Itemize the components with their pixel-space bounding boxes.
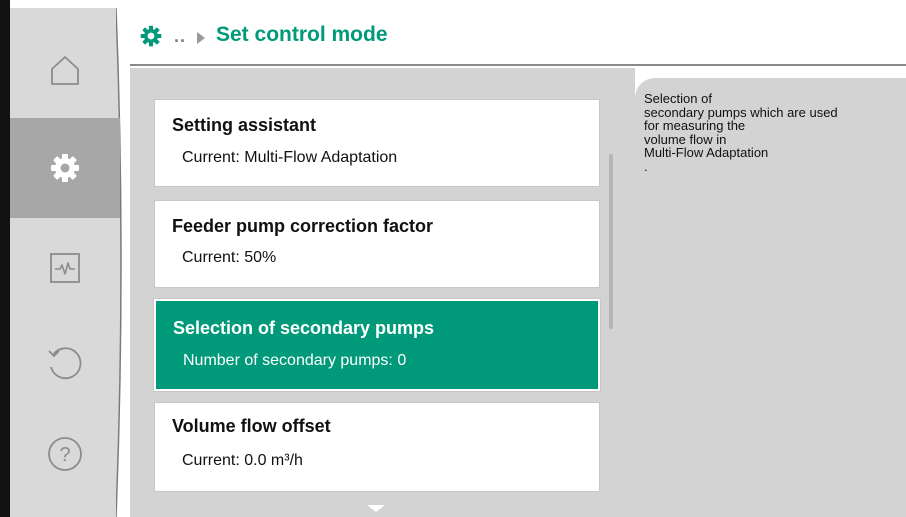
sidebar-item-help[interactable]: ?: [10, 404, 120, 504]
sidebar-item-settings[interactable]: [10, 118, 120, 218]
sidebar-item-diagnostics[interactable]: [10, 218, 120, 318]
breadcrumb-arrow-icon: [197, 32, 205, 44]
left-frame-edge: [0, 0, 10, 517]
home-icon: [51, 56, 79, 85]
page-title: Set control mode: [216, 23, 388, 46]
list-item-feeder-pump-correction[interactable]: Feeder pump correction factor Current: 5…: [154, 200, 600, 288]
help-text-line: .: [644, 158, 648, 174]
list-item-setting-assistant[interactable]: Setting assistant Current: Multi-Flow Ad…: [154, 99, 600, 187]
sidebar-item-home[interactable]: [10, 20, 120, 120]
list-item-title: Volume flow offset: [172, 416, 331, 436]
list-item-subtitle: Current: 50%: [182, 249, 277, 266]
help-text-line: secondary pumps which are used: [644, 104, 838, 120]
list-item-subtitle: Current: Multi-Flow Adaptation: [182, 149, 398, 166]
top-frame: [0, 0, 906, 8]
help-panel: Selection of secondary pumps which are u…: [635, 78, 906, 517]
back-icon: [48, 347, 82, 380]
gear-icon: [140, 25, 162, 47]
list-item-volume-flow-offset[interactable]: Volume flow offset Current: 0.0 m³/h: [154, 402, 600, 492]
menu-list: Setting assistant Current: Multi-Flow Ad…: [130, 68, 635, 517]
scrollbar[interactable]: [609, 154, 613, 329]
diagnostics-icon: [50, 253, 80, 283]
svg-text:?: ?: [59, 444, 70, 466]
help-text-line: for measuring the: [644, 118, 746, 133]
help-text-line: volume flow in: [644, 131, 727, 147]
help-text-line: Selection of: [644, 91, 712, 106]
list-item-subtitle: Current: 0.0 m³/h: [182, 452, 303, 469]
list-item-title: Selection of secondary pumps: [173, 318, 435, 338]
header-bar: .. Set control mode: [130, 8, 906, 66]
sidebar-item-back[interactable]: [10, 313, 120, 413]
help-icon: ?: [48, 437, 82, 471]
list-item-subtitle: Number of secondary pumps: 0: [183, 352, 407, 369]
list-item-title: Setting assistant: [172, 115, 317, 135]
list-item-title: Feeder pump correction factor: [172, 216, 434, 236]
breadcrumb-ellipsis[interactable]: ..: [174, 26, 186, 47]
list-item-secondary-pumps[interactable]: Selection of secondary pumps Number of s…: [154, 299, 600, 391]
gear-icon: [51, 154, 79, 182]
help-text-line: Multi-Flow Adaptation: [644, 145, 769, 160]
scroll-down-arrow-icon[interactable]: [367, 505, 385, 512]
